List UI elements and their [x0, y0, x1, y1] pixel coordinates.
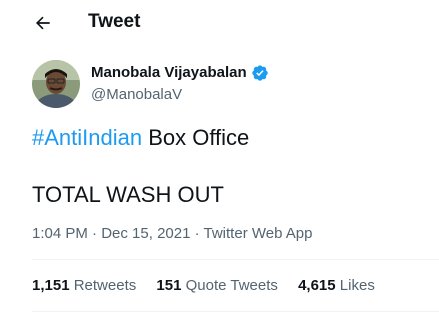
retweets-stat[interactable]: 1,151 Retweets: [32, 276, 136, 296]
tweet-stats: 1,151 Retweets 151 Quote Tweets 4,615 Li…: [32, 276, 375, 296]
divider: [32, 259, 439, 260]
tweet-source[interactable]: Twitter Web App: [204, 225, 313, 242]
arrow-left-icon: [35, 16, 50, 30]
quote-tweets-label: Quote Tweets: [185, 277, 278, 294]
author-handle[interactable]: @ManobalaV: [91, 85, 182, 105]
likes-label: Likes: [339, 277, 375, 294]
back-button[interactable]: [28, 8, 58, 38]
likes-stat[interactable]: 4,615 Likes: [298, 276, 375, 296]
tweet-time[interactable]: 1:04 PM: [32, 225, 88, 242]
tweet-text-line-1: #AntiIndian Box Office: [32, 124, 249, 152]
author-name-text: Manobala Vijayabalan: [91, 64, 247, 81]
meta-separator: ·: [190, 225, 204, 242]
header: Tweet: [0, 0, 439, 46]
tweet-meta: 1:04 PM · Dec 15, 2021 · Twitter Web App: [32, 224, 312, 244]
tweet-text-line-2: TOTAL WASH OUT: [32, 182, 224, 207]
hashtag-link[interactable]: #AntiIndian: [32, 125, 142, 150]
avatar[interactable]: [32, 60, 80, 108]
likes-count: 4,615: [298, 277, 336, 294]
page-title: Tweet: [88, 11, 141, 32]
retweets-label: Retweets: [73, 277, 137, 294]
author-name[interactable]: Manobala Vijayabalan: [91, 63, 269, 83]
tweet-date[interactable]: Dec 15, 2021: [101, 225, 190, 242]
tweet-text-rest: Box Office: [142, 125, 250, 150]
verified-badge-icon: [251, 65, 268, 81]
meta-separator: ·: [87, 225, 102, 242]
quote-tweets-stat[interactable]: 151 Quote Tweets: [156, 276, 277, 296]
retweets-count: 1,151: [32, 277, 70, 294]
quote-tweets-count: 151: [156, 277, 182, 294]
divider: [32, 311, 439, 312]
